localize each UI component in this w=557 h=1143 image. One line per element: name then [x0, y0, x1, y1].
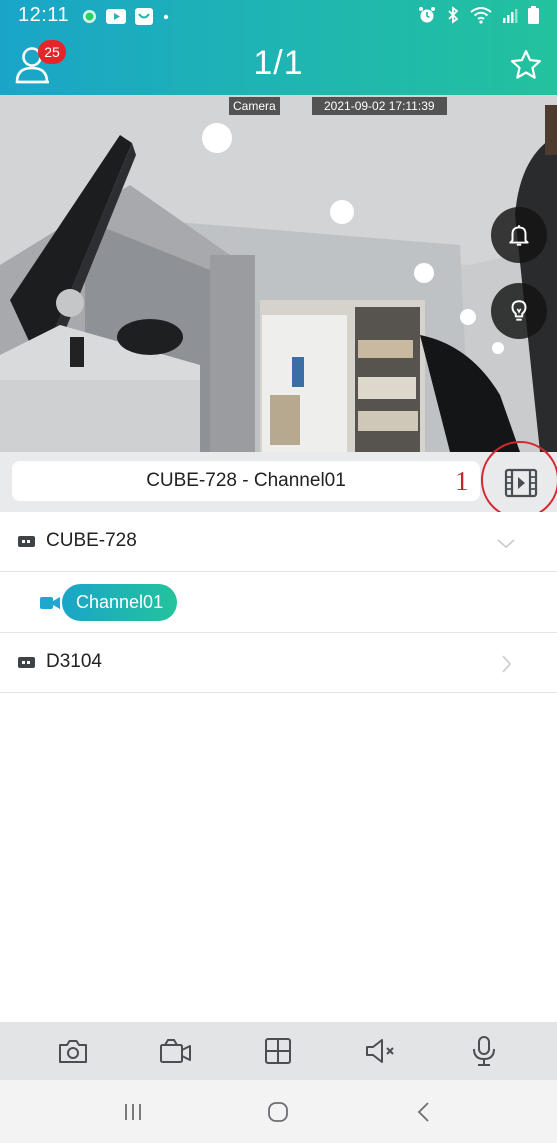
outlook-icon: [135, 8, 153, 25]
speaker-mute-icon: [366, 1039, 394, 1063]
snapshot-button[interactable]: [53, 1031, 93, 1071]
device-row-d3104[interactable]: D3104: [0, 633, 557, 693]
record-video-icon: [159, 1039, 191, 1063]
title-bar: 25 1/1: [0, 30, 557, 95]
home-button[interactable]: [258, 1092, 298, 1132]
wifi-icon: [470, 7, 492, 24]
selected-channel-name: CUBE-728 - Channel01: [12, 461, 480, 501]
alarm-button[interactable]: [491, 207, 547, 263]
microphone-icon: [472, 1036, 495, 1066]
channel-chip[interactable]: Channel01: [62, 584, 178, 621]
status-bar: 12:11: [0, 0, 557, 30]
recent-apps-icon: [124, 1103, 141, 1120]
talk-button[interactable]: [464, 1031, 504, 1071]
record-button[interactable]: [156, 1031, 196, 1071]
bluetooth-icon: [448, 6, 459, 24]
status-time: 12:11: [18, 4, 70, 26]
bell-icon: [509, 225, 529, 246]
device-row-cube-728[interactable]: CUBE-728: [0, 512, 557, 572]
annotation-marker-number: 1: [455, 466, 469, 496]
signal-icon: [503, 9, 518, 23]
channel-row-channel01[interactable]: Channel01: [0, 572, 557, 633]
selected-channel-bar: CUBE-728 - Channel01 1: [0, 441, 557, 519]
device-name: D3104: [46, 651, 102, 672]
favorites-button[interactable]: [509, 48, 543, 82]
battery-icon: [528, 6, 539, 24]
back-button[interactable]: [404, 1092, 444, 1132]
audio-button[interactable]: [361, 1031, 401, 1071]
home-icon: [268, 1101, 289, 1122]
grid-layout-icon: [265, 1038, 292, 1064]
star-icon: [510, 49, 542, 79]
app-header: 12:11 25 1/1: [0, 0, 557, 95]
osd-timestamp: 2021-09-02 17:11:39: [312, 97, 447, 115]
chevron-down-icon[interactable]: [495, 532, 517, 554]
video-camera-icon: [40, 597, 60, 609]
device-list: CUBE-728 Channel01 D3104: [0, 512, 557, 693]
whatsapp-icon: [82, 9, 97, 24]
dot-icon: [163, 14, 169, 19]
snapshot-camera-icon: [59, 1040, 88, 1063]
youtube-icon: [106, 9, 126, 24]
layout-button[interactable]: [258, 1031, 298, 1071]
live-video-view[interactable]: Camera 2021-09-02 17:11:39: [0, 95, 557, 452]
alarm-clock-icon: [419, 7, 435, 23]
lightbulb-icon: [511, 300, 527, 321]
film-play-icon: [504, 468, 538, 498]
camera-feed-image: [0, 95, 557, 452]
dvr-device-icon: [18, 536, 35, 547]
playback-button[interactable]: [504, 466, 538, 500]
osd-camera-label: Camera: [229, 97, 280, 115]
page-title: 1/1: [253, 44, 304, 82]
live-toolbar: [0, 1022, 557, 1080]
device-name: CUBE-728: [46, 530, 137, 551]
recent-apps-button[interactable]: [113, 1092, 153, 1132]
chevron-right-icon[interactable]: [495, 653, 517, 675]
status-right-icons: [418, 6, 539, 24]
light-button[interactable]: [491, 283, 547, 339]
dvr-device-icon: [18, 657, 35, 668]
system-navigation-bar: [0, 1080, 557, 1143]
back-icon: [417, 1101, 429, 1122]
status-left-icons: [82, 8, 170, 25]
